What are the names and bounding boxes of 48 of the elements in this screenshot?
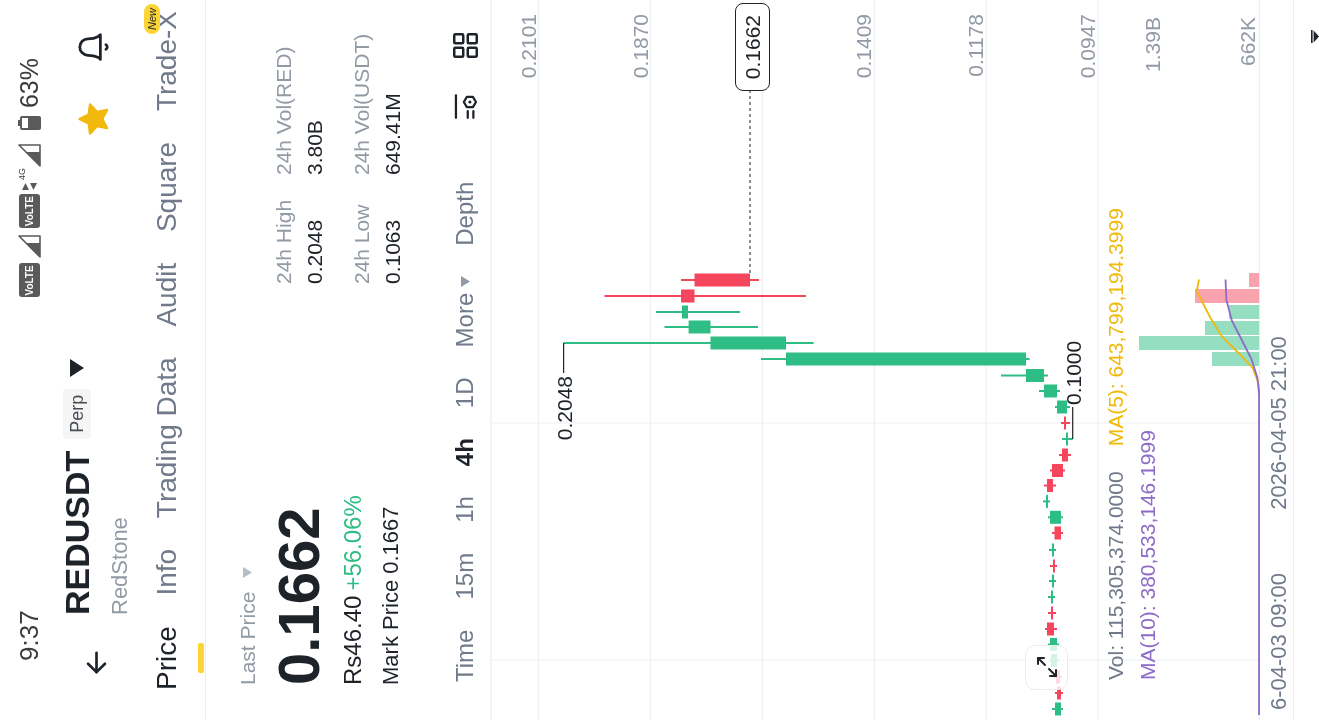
tab-indicator (198, 643, 204, 674)
interval-tab[interactable]: 4h (453, 438, 477, 467)
signal-icon (17, 144, 41, 168)
battery-percent: 63% (16, 58, 42, 109)
interval-tab[interactable]: Time (453, 629, 477, 682)
last-price: 0.1662 (270, 507, 328, 685)
grid-layout-icon[interactable] (451, 32, 479, 59)
caret-icon (1311, 30, 1319, 43)
symbol-title: REDUSDT (59, 450, 94, 615)
status-time: 9:37 (16, 610, 42, 661)
coin-name: RedStone (108, 517, 131, 615)
new-badge: New (144, 4, 160, 34)
mark-price: Mark Price 0.1667 (380, 506, 402, 685)
caret-icon (69, 358, 84, 377)
signal-icon (17, 235, 41, 259)
data-arrows-icon (21, 183, 37, 191)
volte-badge: VoLTE (18, 194, 40, 229)
stat-value: 3.80B (304, 120, 325, 175)
stat-value: 0.1063 (382, 219, 403, 284)
volte-badge: VoLTE (18, 263, 40, 298)
tab[interactable]: Info (140, 548, 205, 596)
interval-tab[interactable]: 15m (453, 552, 477, 600)
tab[interactable]: Trading Data (140, 357, 205, 519)
more-dropdown[interactable]: More (453, 275, 477, 348)
time-axis-label: 6-04-03 09:00 (1268, 573, 1290, 710)
interval-tab[interactable]: 1D (453, 377, 477, 409)
contract-badge: Perp (62, 388, 91, 439)
caret-icon (243, 566, 252, 578)
favorite-star-icon[interactable] (77, 102, 110, 136)
price-change: +56.06% (341, 495, 365, 591)
stat-label: 24h Low (351, 204, 372, 284)
interval-tab[interactable]: 1h (453, 496, 477, 523)
stat-value: 0.2048 (304, 219, 325, 284)
network-type-label: 4G (17, 168, 27, 181)
price-type-dropdown[interactable]: Last Price (237, 566, 258, 685)
stat-label: 24h Vol(USDT) (351, 33, 372, 175)
bell-icon[interactable] (77, 30, 110, 64)
caret-icon (460, 275, 470, 287)
stat-label: 24h High (273, 199, 294, 284)
tab[interactable]: Price (140, 626, 205, 690)
time-axis-label: 2026-04-05 21:00 (1268, 336, 1290, 510)
interval-tab[interactable]: Depth (453, 181, 477, 246)
fiat-price: Rs46.40 (341, 595, 365, 685)
stat-value: 649.41M (382, 93, 403, 175)
stat-label: 24h Vol(RED) (273, 46, 294, 175)
tab[interactable]: Square (140, 141, 205, 233)
battery-icon (17, 116, 41, 131)
tab[interactable]: Audit (140, 262, 205, 327)
